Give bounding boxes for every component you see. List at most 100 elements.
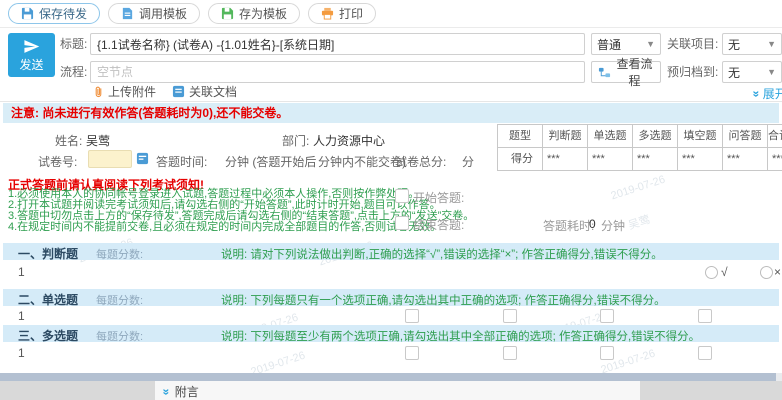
judge-false-radio[interactable]: [760, 266, 773, 279]
prearchive-value: 无: [728, 64, 740, 81]
score-table-header: 多选题: [633, 125, 678, 148]
postscript-bar: » 附言: [155, 381, 640, 400]
score-table-header: 判断题: [543, 125, 588, 148]
chevron-down-icon: ▼: [767, 39, 776, 49]
print-label: 打印: [339, 5, 363, 22]
score-cell: ***: [678, 148, 723, 171]
start-answer-label: 开始答题:: [413, 189, 464, 206]
dept-label: 部门:: [282, 132, 309, 149]
end-answer-checkbox[interactable]: [395, 216, 409, 230]
score-cell: ***: [768, 148, 782, 171]
upload-attachment-link[interactable]: 上传附件: [93, 83, 156, 100]
elapsed-time-label: 答题耗时:: [543, 217, 594, 234]
start-answer-checkbox[interactable]: [395, 189, 409, 203]
upload-attachment-label: 上传附件: [108, 83, 156, 100]
view-flow-button[interactable]: 查看流程: [591, 61, 661, 83]
judge-false-mark: ×: [774, 265, 781, 279]
flow-input[interactable]: [90, 61, 585, 83]
related-project-value: 无: [728, 36, 740, 53]
priority-value: 普通: [597, 36, 621, 53]
paper-no-selector-icon[interactable]: [136, 152, 149, 165]
flow-diagram-icon: [598, 66, 611, 79]
paperclip-icon: [93, 85, 104, 99]
question-number: 1: [18, 346, 25, 360]
section-header-multi: 三、多选题 每题分数: 说明: 下列每题至少有两个选项正确,请勾选出其中全部正确…: [3, 325, 779, 342]
section-description: 说明: 下列每题至少有两个选项正确,请勾选出其中全部正确的选项; 作答正确得分,…: [221, 328, 700, 344]
postscript-label: 附言: [175, 383, 199, 400]
paper-plane-icon: [23, 38, 40, 55]
chevron-double-down-icon: »: [160, 388, 172, 395]
end-answer-label: 结束答题:: [413, 216, 464, 233]
section-score-label: 每题分数:: [96, 246, 143, 262]
score-cell: ***: [723, 148, 768, 171]
score-table-header: 问答题: [723, 125, 768, 148]
score-table-header: 题型: [498, 125, 543, 148]
section-description: 说明: 下列每题只有一个选项正确,请勾选出其中正确的选项; 作答正确得分,错误不…: [221, 292, 666, 308]
option-checkbox[interactable]: [600, 309, 614, 323]
send-label: 发送: [19, 56, 43, 73]
chevron-down-icon: ▼: [646, 39, 655, 49]
send-button[interactable]: 发送: [8, 33, 55, 77]
option-checkbox[interactable]: [503, 309, 517, 323]
save-as-template-button[interactable]: 存为模板: [208, 3, 300, 24]
option-checkbox[interactable]: [698, 346, 712, 360]
title-label: 标题:: [60, 33, 87, 55]
watermark: 吴莺: [626, 211, 652, 233]
exam-rule-line: 4.在规定时间内不能提前交卷,且必须在规定的时间内完成全部题目的作答,否则试卷无…: [8, 222, 441, 233]
option-checkbox[interactable]: [405, 309, 419, 323]
save-pending-button[interactable]: 保存待发: [8, 3, 100, 24]
link-document-label: 关联文档: [189, 83, 237, 100]
judge-true-mark: √: [721, 265, 728, 279]
toolbar: 保存待发 调用模板 存为模板 打印: [0, 0, 782, 28]
total-score-label: 试卷总分:: [395, 153, 446, 170]
related-project-select[interactable]: 无 ▼: [722, 33, 782, 55]
postscript-toggle[interactable]: » 附言: [163, 383, 199, 400]
section-title: 二、单选题: [18, 291, 78, 308]
answer-time-label: 答题时间:: [156, 153, 207, 170]
option-checkbox[interactable]: [503, 346, 517, 360]
watermark: 2019-07-26: [610, 174, 667, 203]
load-template-button[interactable]: 调用模板: [108, 3, 200, 24]
title-input[interactable]: [90, 33, 585, 55]
option-checkbox[interactable]: [405, 346, 419, 360]
paper-no-input[interactable]: [88, 150, 132, 168]
load-template-label: 调用模板: [139, 5, 187, 22]
dept-value: 人力资源中心: [313, 132, 385, 149]
score-row-label: 得分: [498, 148, 543, 171]
print-button[interactable]: 打印: [308, 3, 376, 24]
bottom-bar: » 附言: [0, 381, 782, 400]
section-header-judge: 一、判断题 每题分数: 说明: 请对下列说法做出判断,正确的选择“√”,错误的选…: [3, 243, 779, 260]
name-value: 吴莺: [86, 132, 110, 149]
chevron-down-icon: ▼: [767, 67, 776, 77]
answer-time-mid-text: 分钟 (答题开始后: [225, 153, 316, 170]
section-header-single: 二、单选题 每题分数: 说明: 下列每题只有一个选项正确,请勾选出其中正确的选项…: [3, 289, 779, 306]
elapsed-time-unit: 分钟: [601, 217, 625, 234]
view-flow-label: 查看流程: [615, 55, 654, 89]
section-score-label: 每题分数:: [96, 328, 143, 344]
option-checkbox[interactable]: [698, 309, 712, 323]
save-template-icon: [221, 7, 234, 20]
save-pending-label: 保存待发: [39, 5, 87, 22]
expand-link[interactable]: » 展开: [753, 85, 782, 102]
score-cell: ***: [543, 148, 588, 171]
priority-select[interactable]: 普通 ▼: [591, 33, 661, 55]
prearchive-label: 预归档到:: [667, 61, 718, 83]
prearchive-select[interactable]: 无 ▼: [722, 61, 782, 83]
paper-no-label: 试卷号:: [38, 153, 77, 170]
elapsed-time-value: 0: [589, 217, 596, 231]
score-table-header: 填空题: [678, 125, 723, 148]
section-description: 说明: 请对下列说法做出判断,正确的选择“√”,错误的选择“×”; 作答正确得分…: [221, 246, 663, 262]
score-cell: ***: [633, 148, 678, 171]
horizontal-scrollbar[interactable]: [0, 373, 782, 381]
option-checkbox[interactable]: [600, 346, 614, 360]
expand-label: 展开: [763, 85, 782, 102]
question-number: 1: [18, 309, 25, 323]
section-title: 三、多选题: [18, 327, 78, 344]
link-document-link[interactable]: 关联文档: [172, 83, 237, 100]
linked-document-icon: [172, 85, 185, 98]
name-label: 姓名:: [55, 132, 82, 149]
section-title: 一、判断题: [18, 245, 78, 262]
document-header-form: 发送 标题: 普通 ▼ 关联项目: 无 ▼ 流程: 查看流程 预归档到: 无 ▼: [0, 28, 782, 102]
judge-true-radio[interactable]: [705, 266, 718, 279]
scrollbar-thumb[interactable]: [0, 373, 776, 381]
